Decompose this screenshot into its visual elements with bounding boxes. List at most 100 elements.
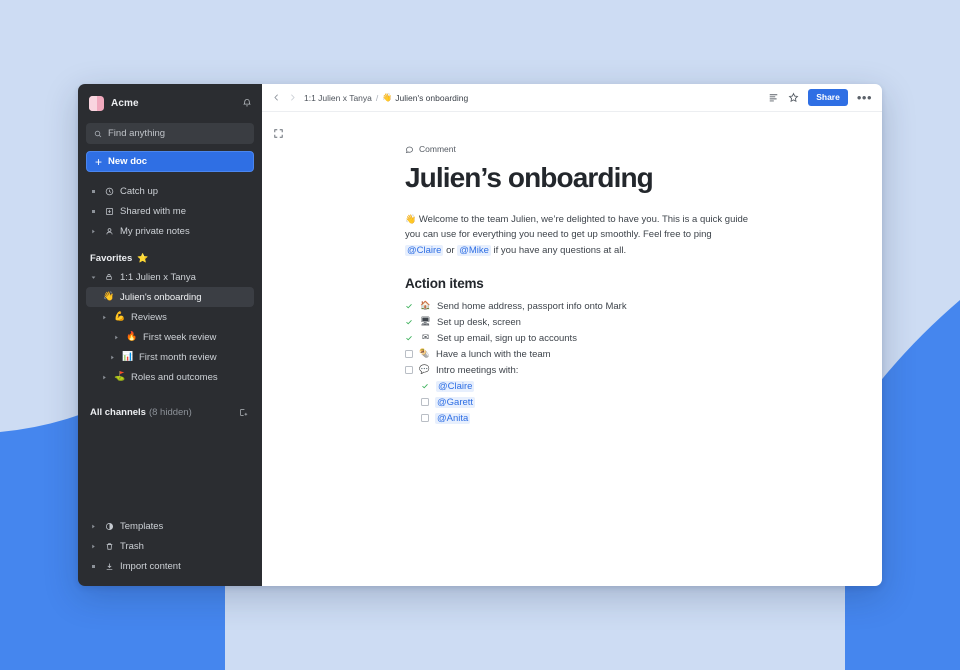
chevron-right-icon[interactable]	[89, 229, 98, 234]
tree-item-1-1-julien-x-tanya[interactable]: 1:1 Julien x Tanya	[86, 267, 254, 287]
all-channels-row[interactable]: All channels (8 hidden)	[86, 403, 254, 421]
tree-item-first-month-review[interactable]: 📊 First month review	[86, 347, 254, 367]
bell-icon[interactable]	[242, 98, 252, 108]
house-emoji-icon: 🏠	[420, 301, 431, 312]
sidebar-item-label: Templates	[120, 520, 164, 532]
more-horizontal-icon[interactable]: •••	[857, 91, 872, 104]
tree-item-label: Julien's onboarding	[120, 291, 202, 303]
all-channels-hidden-count: (8 hidden)	[148, 406, 192, 418]
top-bar-actions: Share •••	[768, 88, 872, 107]
share-button[interactable]: Share	[808, 88, 848, 107]
fire-emoji-icon: 🔥	[126, 332, 138, 342]
tree-item-first-week-review[interactable]: 🔥 First week review	[86, 327, 254, 347]
favorites-tree: 1:1 Julien x Tanya 👋 Julien's onboarding…	[86, 267, 254, 387]
favorites-label: Favorites	[90, 253, 133, 264]
tree-item-reviews[interactable]: 💪 Reviews	[86, 307, 254, 327]
breadcrumb-current[interactable]: 👋 Julien's onboarding	[382, 93, 468, 103]
breadcrumb-parent[interactable]: 1:1 Julien x Tanya	[304, 93, 372, 103]
comment-label: Comment	[419, 144, 456, 154]
chevron-right-icon[interactable]	[89, 544, 98, 549]
action-items-list: 🏠 Send home address, passport info onto …	[405, 298, 882, 426]
outline-icon[interactable]	[768, 92, 779, 103]
chevron-right-icon[interactable]	[100, 315, 109, 320]
intro-paragraph: 👋 Welcome to the team Julien, we’re deli…	[405, 212, 750, 258]
speech-bubble-emoji-icon: 💬	[419, 365, 430, 376]
tree-item-juliens-onboarding[interactable]: 👋 Julien's onboarding	[86, 287, 254, 307]
sidebar-item-catch-up[interactable]: Catch up	[86, 181, 254, 201]
check-icon[interactable]	[405, 334, 414, 342]
task-label: Have a lunch with the team	[436, 348, 551, 360]
search-input[interactable]: Find anything	[86, 123, 254, 144]
burrito-emoji-icon: 🌯	[419, 349, 430, 360]
mention-claire[interactable]: @Claire	[436, 380, 475, 392]
tree-item-roles-and-outcomes[interactable]: ⛳ Roles and outcomes	[86, 367, 254, 387]
golf-flag-emoji-icon: ⛳	[114, 372, 126, 382]
check-icon[interactable]	[421, 382, 430, 390]
chevron-right-icon[interactable]	[288, 93, 297, 102]
favorites-header: Favorites ⭐	[86, 253, 254, 264]
task-row[interactable]: 🌯 Have a lunch with the team	[405, 346, 882, 362]
monitor-emoji-icon: 🖥	[420, 317, 431, 328]
breadcrumb-separator: /	[375, 92, 379, 103]
sidebar-item-shared-with-me[interactable]: Shared with me	[86, 201, 254, 221]
sidebar-item-templates[interactable]: Templates	[86, 516, 254, 536]
breadcrumb-current-label: Julien's onboarding	[395, 92, 469, 103]
task-row[interactable]: 🏠 Send home address, passport info onto …	[405, 298, 882, 314]
sidebar-item-label: Import content	[120, 560, 181, 572]
mention-mike[interactable]: @Mike	[457, 244, 491, 256]
mention-anita[interactable]: @Anita	[435, 412, 471, 424]
wave-emoji-icon: 👋	[103, 292, 115, 302]
chevron-right-icon[interactable]	[112, 335, 121, 340]
document-scroll-area: Comment Julien’s onboarding 👋 Welcome to…	[262, 112, 882, 586]
import-icon	[103, 562, 115, 571]
acme-logo-icon	[89, 95, 104, 111]
new-doc-label: New doc	[108, 156, 148, 167]
trash-icon	[103, 542, 115, 551]
page-title: Julien’s onboarding	[405, 162, 654, 193]
task-row[interactable]: @Anita	[405, 410, 882, 426]
task-row[interactable]: 💬 Intro meetings with:	[405, 362, 882, 378]
tree-item-label: Roles and outcomes	[131, 371, 218, 383]
task-row[interactable]: @Garett	[405, 394, 882, 410]
chevron-down-icon[interactable]	[89, 275, 98, 280]
wave-emoji-icon: 👋	[405, 214, 417, 225]
breadcrumb: 1:1 Julien x Tanya / 👋 Julien's onboardi…	[304, 93, 468, 103]
comment-button[interactable]: Comment	[405, 144, 882, 154]
checkbox[interactable]	[405, 366, 413, 375]
mention-claire[interactable]: @Claire	[405, 244, 444, 256]
chevron-right-icon[interactable]	[100, 375, 109, 380]
plus-icon: +	[95, 154, 103, 169]
task-row[interactable]: 🖥 Set up desk, screen	[405, 314, 882, 330]
envelope-emoji-icon: ✉	[421, 333, 430, 344]
tree-item-label: Reviews	[131, 311, 167, 323]
lock-icon	[103, 273, 115, 281]
checkbox[interactable]	[421, 398, 429, 407]
dot-marker-icon	[89, 564, 98, 568]
sidebar-item-trash[interactable]: Trash	[86, 536, 254, 556]
task-row[interactable]: @Claire	[405, 378, 882, 394]
search-icon	[94, 130, 102, 137]
person-icon	[103, 227, 115, 236]
dot-marker-icon	[89, 189, 98, 193]
workspace-name: Acme	[111, 97, 139, 109]
task-label: Send home address, passport info onto Ma…	[437, 300, 627, 312]
tree-item-label: First month review	[139, 351, 217, 363]
workspace-switcher[interactable]: Acme	[86, 92, 254, 114]
task-row[interactable]: ✉ Set up email, sign up to accounts	[405, 330, 882, 346]
checkbox[interactable]	[421, 414, 429, 423]
chevron-right-icon[interactable]	[108, 355, 117, 360]
sidebar-item-import-content[interactable]: Import content	[86, 556, 254, 576]
chevron-left-icon[interactable]	[272, 93, 281, 102]
expand-icon[interactable]	[273, 126, 284, 144]
new-doc-button[interactable]: + New doc	[86, 151, 254, 172]
check-icon[interactable]	[405, 302, 414, 310]
checkbox[interactable]	[405, 350, 413, 359]
chevron-right-icon[interactable]	[89, 524, 98, 529]
add-channel-icon[interactable]	[239, 408, 248, 417]
sidebar-item-my-private-notes[interactable]: My private notes	[86, 221, 254, 241]
check-icon[interactable]	[405, 318, 414, 326]
tree-item-label: First week review	[143, 331, 217, 343]
mention-garett[interactable]: @Garett	[435, 396, 476, 408]
wave-emoji-icon: 👋	[382, 93, 393, 102]
star-icon[interactable]	[788, 92, 799, 103]
